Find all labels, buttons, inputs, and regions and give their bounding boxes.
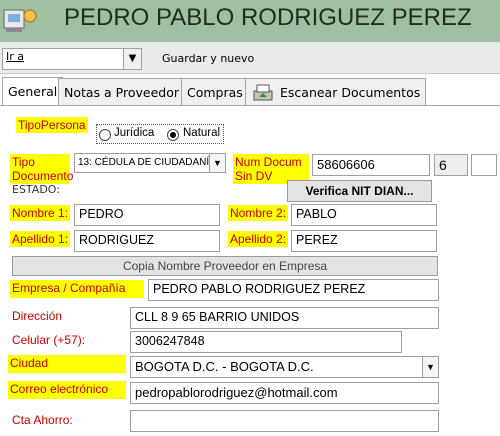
- num-doc-input[interactable]: 58606606: [312, 154, 430, 176]
- correo-input[interactable]: pedropablorodriguez@hotmail.com: [130, 382, 439, 404]
- direccion-input[interactable]: CLL 8 9 65 BARRIO UNIDOS: [130, 307, 439, 329]
- cta-ahorro-input[interactable]: [130, 410, 439, 432]
- nombre1-label: Nombre 1:: [10, 205, 71, 221]
- save-and-new-button[interactable]: Guardar y nuevo: [162, 52, 254, 65]
- tipo-documento-select[interactable]: 13: CÉDULA DE CIUDADANÍA ▼: [74, 153, 226, 173]
- celular-input[interactable]: 3006247848: [130, 331, 402, 353]
- nombre1-input[interactable]: PEDRO: [74, 204, 220, 226]
- nombre2-input[interactable]: PABLO: [291, 204, 437, 226]
- tab-compras[interactable]: Compras: [181, 78, 249, 106]
- celular-label: Celular (+57):: [12, 333, 86, 347]
- apellido1-label: Apellido 1:: [10, 231, 71, 247]
- estado-label: ESTADO:: [12, 183, 60, 196]
- natural-radio[interactable]: [167, 129, 179, 141]
- juridica-radio[interactable]: [99, 129, 111, 141]
- ciudad-label: Ciudad: [8, 355, 126, 373]
- goto-label: Ir a: [6, 50, 25, 63]
- tab-escanear-documentos[interactable]: Escanear Documentos: [245, 78, 427, 106]
- direccion-label: Dirección: [12, 309, 63, 323]
- tipo-documento-label: Tipo Documento: [10, 154, 74, 184]
- chevron-down-icon[interactable]: ▼: [123, 49, 141, 69]
- juridica-label: Jurídica: [114, 127, 155, 139]
- apellido2-label: Apellido 2:: [228, 231, 289, 247]
- nombre2-label: Nombre 2:: [228, 205, 289, 221]
- tipo-documento-value: 13: CÉDULA DE CIUDADANÍA: [78, 157, 216, 168]
- app-logo-icon: [0, 4, 44, 38]
- empresa-input[interactable]: PEDRO PABLO RODRIGUEZ PEREZ: [148, 279, 439, 301]
- empresa-label: Empresa / Compañía: [10, 280, 144, 298]
- ciudad-value: BOGOTA D.C. - BOGOTA D.C.: [135, 359, 314, 374]
- tab-general[interactable]: General: [2, 77, 64, 107]
- dv-input[interactable]: 6: [434, 154, 468, 176]
- dv-extra-box[interactable]: [471, 154, 497, 176]
- correo-label: Correo electrónico: [8, 381, 126, 399]
- verifica-nit-button[interactable]: Verifica NIT DIAN...: [287, 180, 432, 202]
- ciudad-select[interactable]: BOGOTA D.C. - BOGOTA D.C. ▼: [130, 356, 439, 378]
- chevron-down-icon[interactable]: ▼: [422, 357, 438, 377]
- natural-label: Natural: [183, 127, 221, 139]
- copia-nombre-button[interactable]: Copia Nombre Proveedor en Empresa: [12, 256, 438, 276]
- cta-ahorro-label: Cta Ahorro:: [12, 413, 73, 427]
- apellido2-input[interactable]: PEREZ: [291, 230, 437, 252]
- tab-escanear-label: Escanear Documentos: [280, 85, 421, 100]
- tipo-persona-label: TipoPersona: [16, 117, 88, 133]
- apellido1-input[interactable]: RODRIGUEZ: [74, 230, 220, 252]
- chevron-down-icon[interactable]: ▼: [209, 154, 225, 172]
- record-title: PEDRO PABLO RODRIGUEZ PEREZ: [64, 4, 472, 31]
- tab-notas-proveedor[interactable]: Notas a Proveedor: [58, 78, 186, 106]
